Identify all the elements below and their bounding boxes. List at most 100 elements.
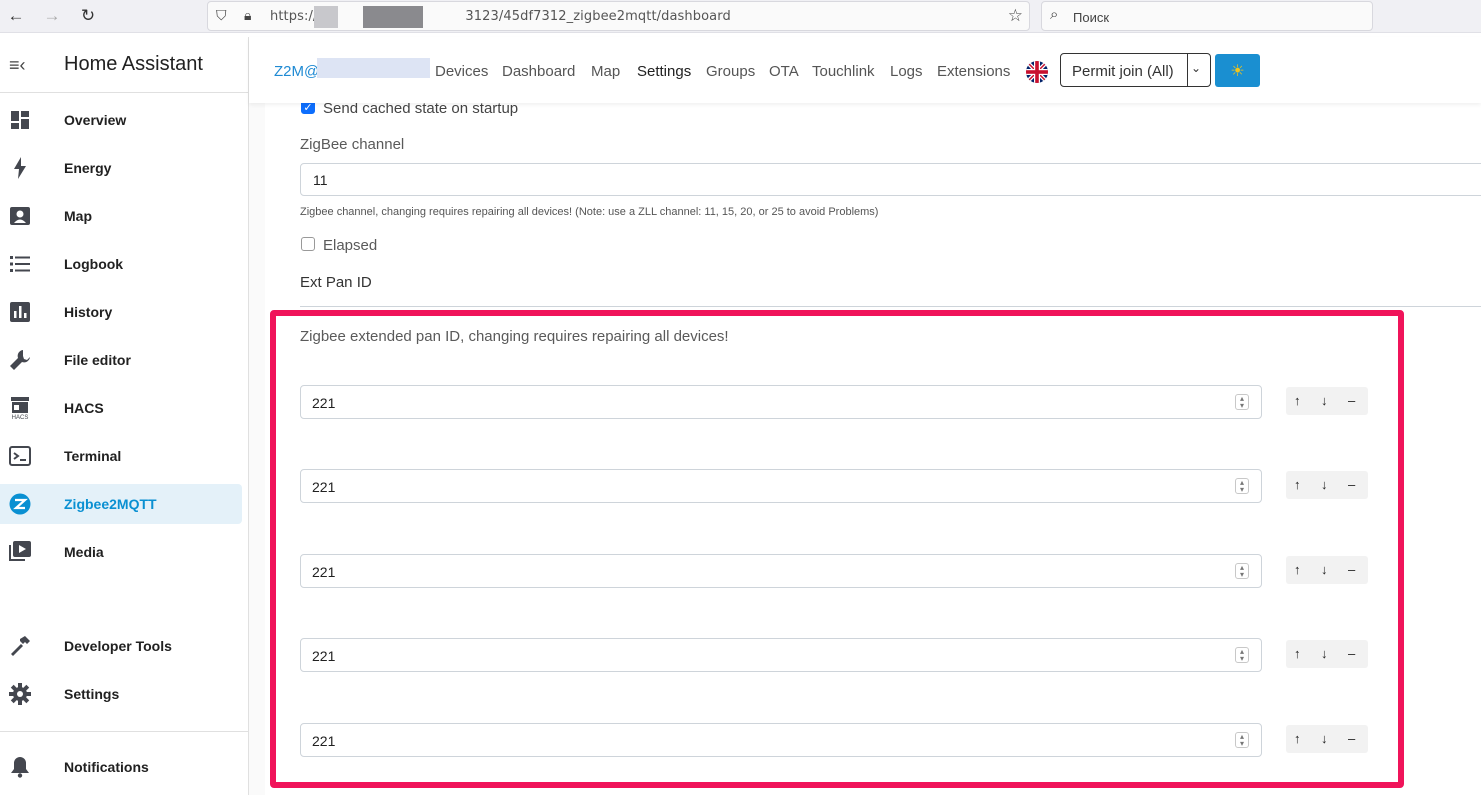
- sidebar-item-label: File editor: [64, 352, 131, 368]
- uk-flag-icon[interactable]: [1026, 61, 1048, 83]
- svg-text:HACS: HACS: [12, 415, 29, 420]
- spinner-icon[interactable]: ▴ ▾: [1235, 478, 1249, 494]
- sidebar-item-label: Overview: [64, 112, 127, 128]
- nav-extensions[interactable]: Extensions: [937, 63, 1010, 80]
- console-icon: [9, 445, 31, 467]
- hammer-icon: [9, 635, 31, 657]
- ext-pan-input[interactable]: 221 ▴ ▾: [300, 554, 1262, 588]
- remove-button[interactable]: –: [1348, 393, 1355, 408]
- nav-ota[interactable]: OTA: [769, 63, 799, 80]
- spinner-icon[interactable]: ▴ ▾: [1235, 732, 1249, 748]
- lock-icon[interactable]: 🔒︎: [244, 7, 251, 24]
- channel-input[interactable]: 11: [300, 163, 1481, 196]
- zigbee-icon: [9, 493, 31, 515]
- move-down-button[interactable]: ↓: [1321, 646, 1328, 661]
- sidebar-item-label: Settings: [64, 686, 120, 702]
- ext-pan-input[interactable]: 221 ▴ ▾: [300, 723, 1262, 757]
- back-arrow-icon[interactable]: ←: [5, 5, 27, 27]
- remove-button[interactable]: –: [1348, 646, 1355, 661]
- wrench-icon: [9, 349, 31, 371]
- ext-pan-label: Ext Pan ID: [300, 274, 372, 291]
- sidebar-item-terminal[interactable]: Terminal: [0, 436, 242, 476]
- ext-pan-input[interactable]: 221 ▴ ▾: [300, 638, 1262, 672]
- spinner-icon[interactable]: ▴ ▾: [1235, 394, 1249, 410]
- sidebar-title: Home Assistant: [64, 53, 203, 75]
- move-up-button[interactable]: ↑: [1294, 646, 1301, 661]
- channel-value: 11: [313, 172, 328, 188]
- remove-button[interactable]: –: [1348, 731, 1355, 746]
- channel-label: ZigBee channel: [300, 136, 405, 153]
- move-down-button[interactable]: ↓: [1321, 477, 1328, 492]
- bookmark-star-icon[interactable]: ☆: [1008, 6, 1023, 26]
- spinner-icon[interactable]: ▴ ▾: [1235, 647, 1249, 663]
- ext-pan-input[interactable]: 221 ▴ ▾: [300, 469, 1262, 503]
- highlight-annotation: [270, 310, 1404, 788]
- move-down-button[interactable]: ↓: [1321, 393, 1328, 408]
- nav-touchlink[interactable]: Touchlink: [812, 63, 875, 80]
- sidebar-item-file-editor[interactable]: File editor: [0, 340, 242, 380]
- move-up-button[interactable]: ↑: [1294, 562, 1301, 577]
- nav-settings[interactable]: Settings: [637, 63, 691, 80]
- chart-box-icon: [9, 301, 31, 323]
- split-divider: [1187, 54, 1188, 86]
- nav-dashboard[interactable]: Dashboard: [502, 63, 575, 80]
- sidebar-divider: [0, 731, 248, 732]
- browser-search-field[interactable]: ⌕ Поиск: [1041, 1, 1373, 31]
- nav-map[interactable]: Map: [591, 63, 620, 80]
- ext-pan-value: 221: [312, 479, 336, 495]
- sidebar-item-history[interactable]: History: [0, 292, 242, 332]
- ext-pan-row: 221 ▴ ▾ ↑ ↓ –: [300, 723, 1368, 757]
- sidebar-item-logbook[interactable]: Logbook: [0, 244, 242, 284]
- browser-toolbar: ← → ↻ ⛉ 🔒︎ https://3123/45df7312_zigbee2…: [0, 0, 1481, 33]
- permit-join-button[interactable]: Permit join (All) ⌄: [1060, 53, 1211, 87]
- remove-button[interactable]: –: [1348, 562, 1355, 577]
- chevron-down-icon[interactable]: ⌄: [1191, 61, 1201, 75]
- ext-pan-input[interactable]: 221 ▴ ▾: [300, 385, 1262, 419]
- play-box-icon: [9, 541, 31, 563]
- spinner-icon[interactable]: ▴ ▾: [1235, 563, 1249, 579]
- sidebar-item-label: Map: [64, 208, 92, 224]
- sidebar-item-zigbee2mqtt[interactable]: Zigbee2MQTT: [0, 484, 242, 524]
- sidebar-item-developer-tools[interactable]: Developer Tools: [0, 626, 242, 666]
- sidebar-item-hacs[interactable]: HACS HACS: [0, 388, 242, 428]
- remove-button[interactable]: –: [1348, 477, 1355, 492]
- nav-groups[interactable]: Groups: [706, 63, 755, 80]
- nav-logs[interactable]: Logs: [890, 63, 923, 80]
- sidebar-item-label: Zigbee2MQTT: [64, 496, 157, 512]
- ext-pan-value: 221: [312, 564, 336, 580]
- shield-icon[interactable]: ⛉: [216, 7, 227, 24]
- reload-icon[interactable]: ↻: [77, 5, 99, 27]
- sidebar-item-label: HACS: [64, 400, 104, 416]
- nav-devices[interactable]: Devices: [435, 63, 488, 80]
- ext-pan-help-text: Zigbee extended pan ID, changing require…: [300, 328, 729, 345]
- menu-collapse-icon[interactable]: ≡‹: [9, 55, 26, 76]
- sun-icon: ☀: [1230, 62, 1245, 80]
- cog-icon: [9, 683, 31, 705]
- sidebar-item-overview[interactable]: Overview: [0, 100, 242, 140]
- sidebar-item-settings[interactable]: Settings: [0, 674, 242, 714]
- sidebar-item-label: Energy: [64, 160, 112, 176]
- forward-arrow-icon[interactable]: →: [41, 5, 63, 27]
- permit-join-label: Permit join (All): [1072, 63, 1174, 80]
- search-icon: ⌕: [1050, 6, 1059, 23]
- move-up-button[interactable]: ↑: [1294, 393, 1301, 408]
- address-bar[interactable]: ⛉ 🔒︎ https://3123/45df7312_zigbee2mqtt/d…: [207, 1, 1030, 31]
- move-up-button[interactable]: ↑: [1294, 731, 1301, 746]
- move-down-button[interactable]: ↓: [1321, 731, 1328, 746]
- sidebar: ≡‹ Home Assistant Overview Energy Map Lo…: [0, 37, 249, 795]
- url-text: https://3123/45df7312_zigbee2mqtt/dashbo…: [270, 9, 731, 24]
- z2m-brand-link[interactable]: Z2M@: [274, 63, 319, 80]
- hacs-store-icon: HACS: [9, 397, 31, 420]
- theme-toggle-button[interactable]: ☀: [1215, 54, 1260, 87]
- elapsed-checkbox[interactable]: [301, 237, 315, 251]
- move-down-button[interactable]: ↓: [1321, 562, 1328, 577]
- move-up-button[interactable]: ↑: [1294, 477, 1301, 492]
- sidebar-item-media[interactable]: Media: [0, 532, 242, 572]
- sidebar-item-label: Developer Tools: [64, 638, 172, 654]
- sidebar-item-energy[interactable]: Energy: [0, 148, 242, 188]
- sidebar-item-map[interactable]: Map: [0, 196, 242, 236]
- sidebar-header: ≡‹ Home Assistant: [0, 37, 248, 93]
- sidebar-item-notifications[interactable]: Notifications: [0, 747, 242, 787]
- z2m-navbar: Z2M@ Devices Dashboard Map Settings Grou…: [249, 37, 1481, 103]
- sidebar-item-label: History: [64, 304, 113, 320]
